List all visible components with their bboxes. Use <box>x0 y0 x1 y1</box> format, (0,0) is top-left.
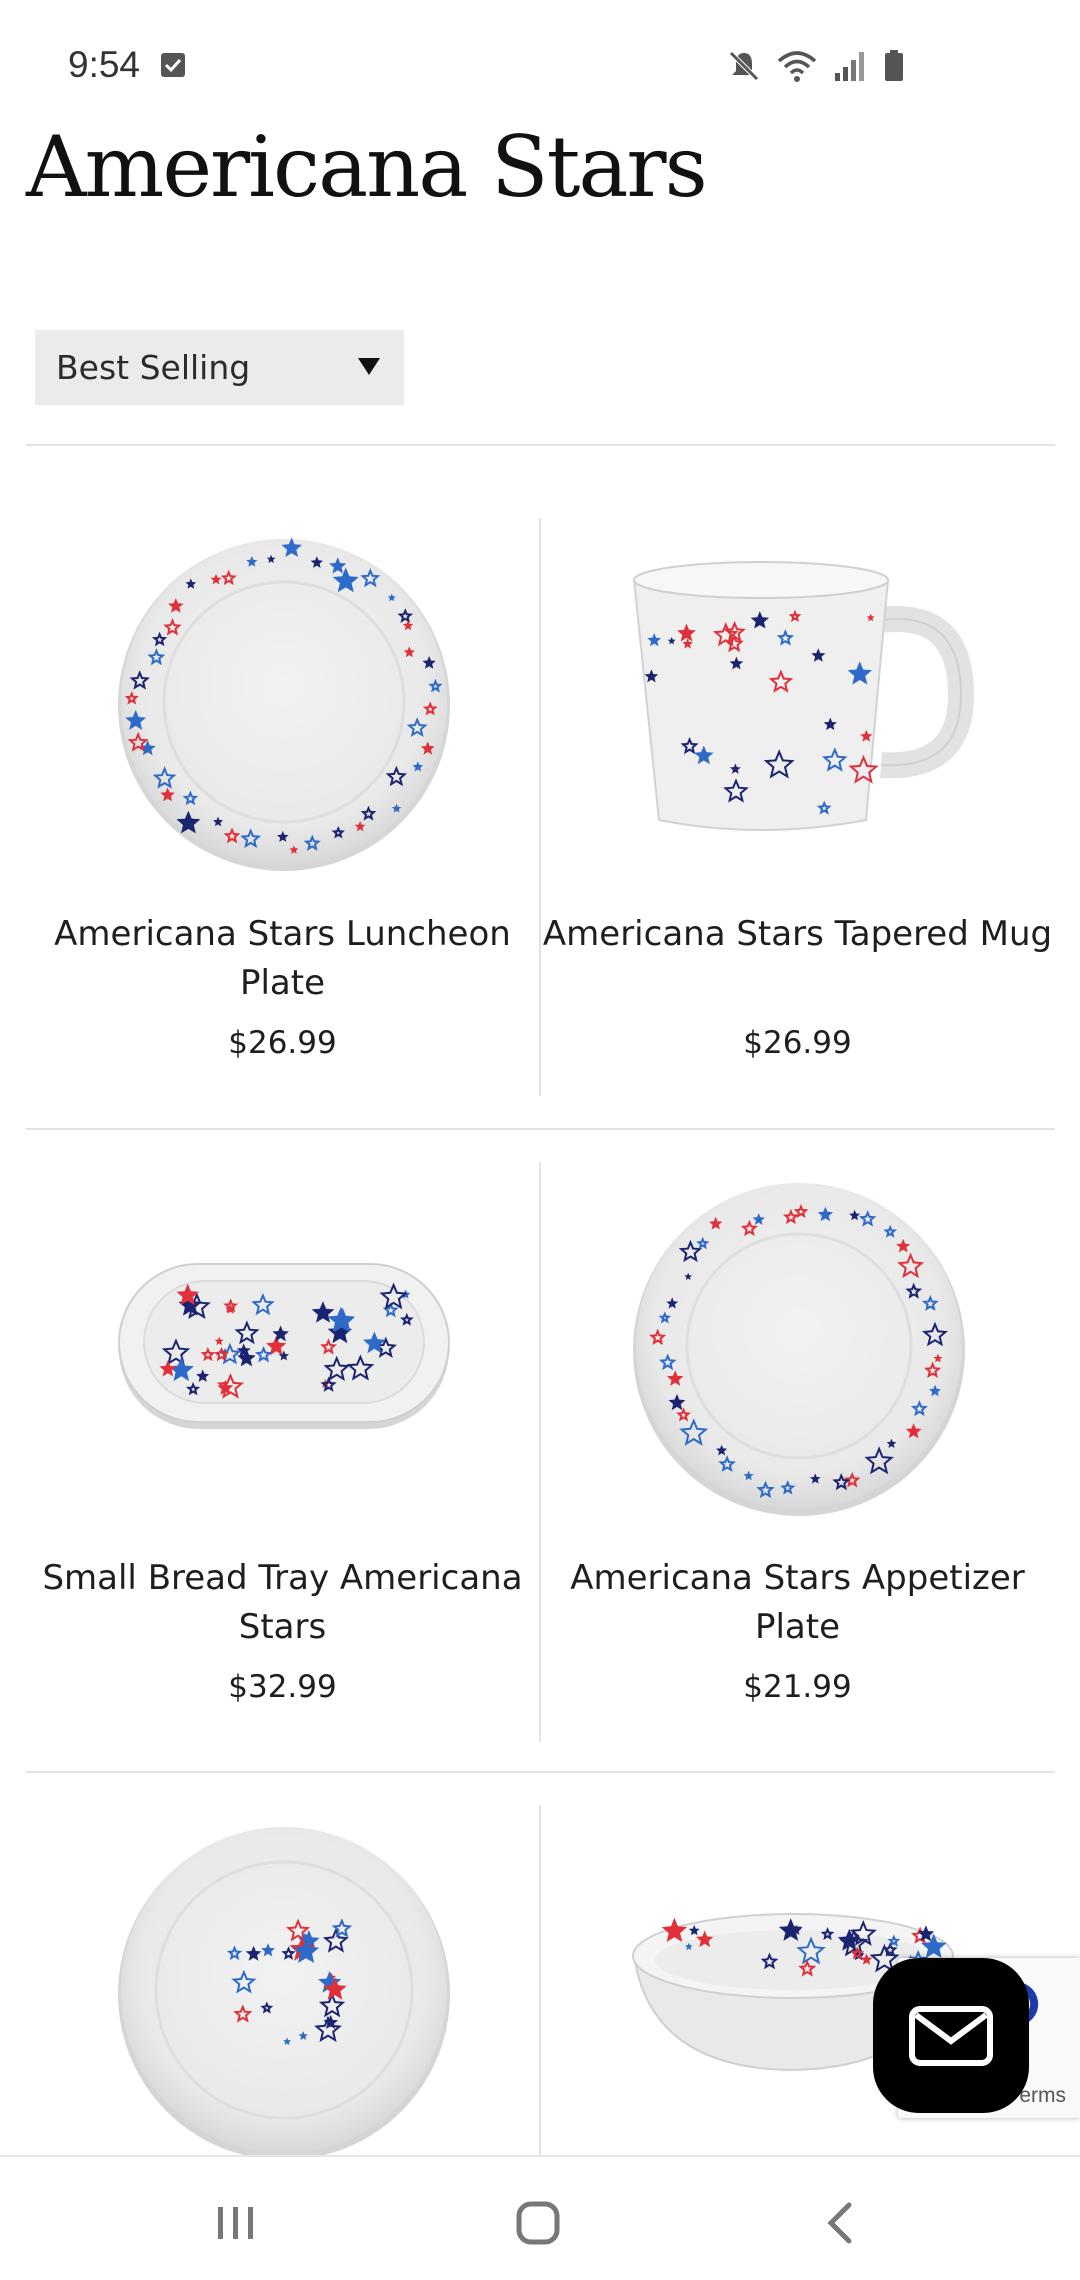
product-price: $21.99 <box>743 1669 852 1705</box>
recent-apps-icon[interactable] <box>206 2193 266 2253</box>
home-icon[interactable] <box>508 2193 568 2253</box>
tapered-mug-image[interactable] <box>541 520 1054 880</box>
product-price: $32.99 <box>228 1669 337 1705</box>
back-icon[interactable] <box>811 2193 871 2253</box>
luncheon-plate-image[interactable] <box>26 520 539 880</box>
battery-icon <box>885 50 903 81</box>
divider <box>26 444 1055 446</box>
mute-icon <box>729 51 759 81</box>
divider <box>26 1128 1055 1130</box>
product-name[interactable]: Americana Stars Luncheon Plate <box>26 910 539 1008</box>
dinner-plate-image[interactable] <box>26 1808 539 2168</box>
checkbox-notification-icon <box>161 53 185 77</box>
sort-dropdown[interactable]: Best Selling <box>35 330 404 405</box>
signal-icon <box>835 52 864 81</box>
wifi-icon <box>777 51 817 82</box>
recaptcha-terms-link[interactable]: erms <box>1019 2084 1066 2108</box>
navigation-bar <box>0 2155 1080 2280</box>
status-time: 9:54 <box>68 44 141 85</box>
sort-dropdown-value: Best Selling <box>56 348 251 387</box>
divider <box>26 1771 1055 1773</box>
message-button[interactable] <box>873 1958 1029 2113</box>
product-name[interactable]: Small Bread Tray Americana Stars <box>26 1554 539 1652</box>
product-name[interactable]: Americana Stars Appetizer Plate <box>541 1554 1054 1652</box>
product-price: $26.99 <box>228 1025 337 1061</box>
dropdown-arrow-icon <box>358 358 380 375</box>
product-price: $26.99 <box>743 1025 852 1061</box>
bread-tray-image[interactable] <box>26 1164 539 1524</box>
page-title: Americana Stars <box>26 118 708 216</box>
envelope-icon <box>909 2005 993 2066</box>
status-icons <box>727 48 905 84</box>
appetizer-plate-image[interactable] <box>541 1164 1054 1524</box>
status-bar: 9:54 <box>0 0 1080 130</box>
product-name[interactable]: Americana Stars Tapered Mug <box>541 910 1054 959</box>
